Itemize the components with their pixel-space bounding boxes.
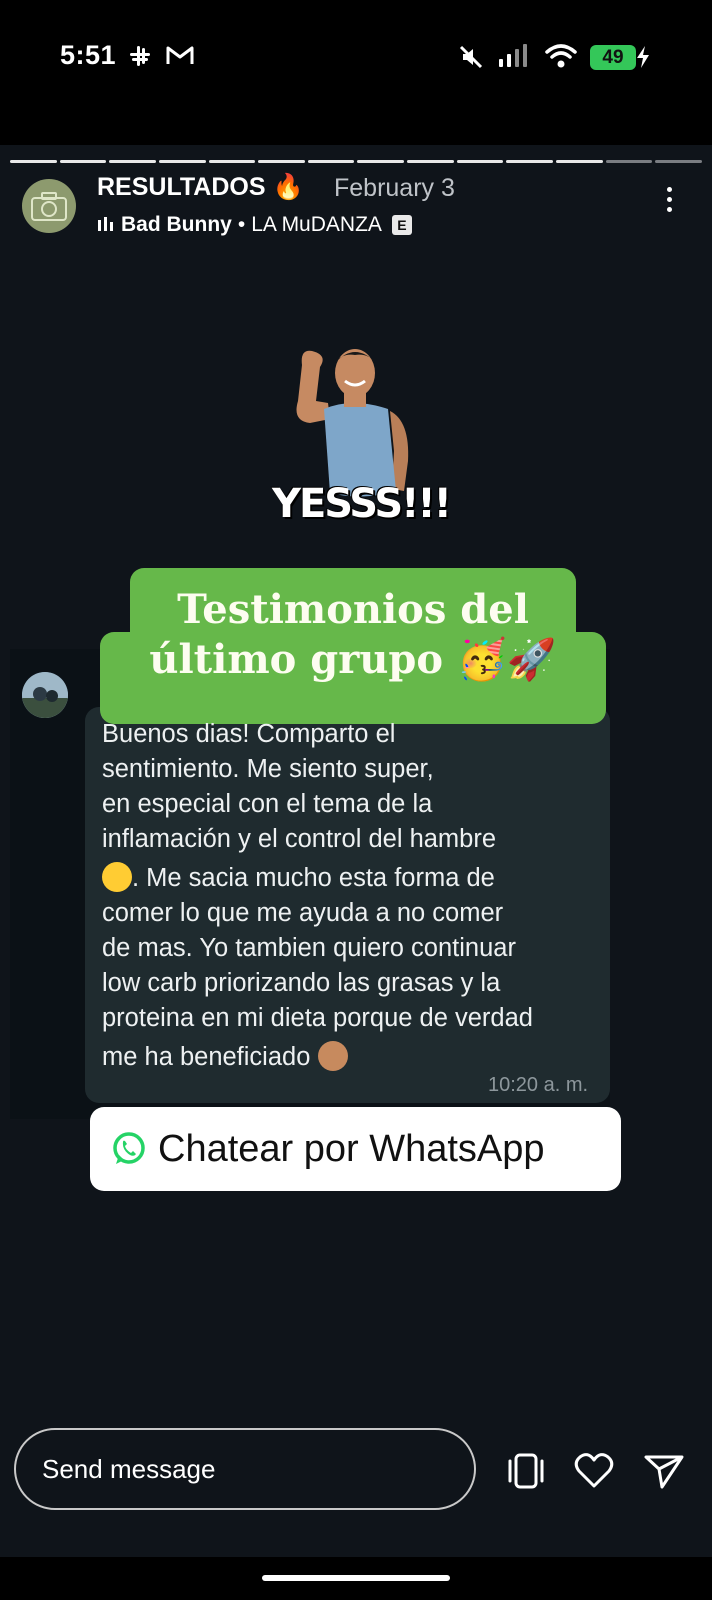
music-artist: Bad Bunny [121,213,232,236]
message-line: inflamación y el control del hambre [102,825,497,853]
testimonials-banner: Testimonios del último grupo 🥳🚀 [100,585,606,685]
music-attribution[interactable]: Bad Bunny • LA MuDANZA E [97,213,412,237]
message-line: me ha beneficiado [102,1043,311,1071]
slack-icon [130,46,150,66]
message-line: Buenos dias! Comparto el [102,720,396,748]
status-time: 5:51 [60,40,117,70]
progress-segment [307,160,355,163]
story-date: February 3 [334,174,455,202]
progress-segment [357,160,405,163]
camera-icon [31,192,67,221]
battery-icon: 49 [590,45,636,70]
explicit-badge: E [391,215,412,235]
progress-segment [556,160,603,163]
progress-segment [208,160,256,163]
wifi-icon [545,44,577,68]
message-line: en especial con el tema de la [102,790,433,818]
sender-photo [22,672,68,718]
sticker-text: YESSS!!! [272,481,452,527]
message-line: proteina en mi dieta porque de verdad [102,1004,533,1032]
signal-icon [499,44,527,67]
account-name-text: RESULTADOS [97,173,266,201]
music-song: LA MuDANZA [251,213,382,236]
whatsapp-icon [113,1132,145,1164]
progress-segment [109,160,156,163]
message-line: sentimiento. Me siento super, [102,755,434,783]
chat-sender-avatar [22,672,68,718]
progress-segment [506,160,554,163]
yes-sticker: YESSS!!! [272,341,452,541]
banner-line-1: Testimonios del [177,586,529,633]
reshare-icon[interactable] [504,1449,548,1493]
heart-icon[interactable] [572,1449,616,1493]
music-bars-icon [98,217,113,231]
send-icon[interactable] [642,1449,686,1493]
message-line-with-emoji: . Me sacia mucho esta forma de [102,861,602,896]
ok-hand-emoji [317,1041,348,1071]
progress-segment [407,160,454,163]
fire-emoji: 🔥 [272,173,304,201]
progress-segment [258,160,305,163]
status-bar: 5:51 49 [0,0,712,145]
message-line-with-emoji: me ha beneficiado [102,1040,602,1075]
whatsapp-button-label: Chatear por WhatsApp [158,1127,545,1170]
account-name[interactable]: RESULTADOS 🔥 [97,173,304,202]
send-message-input[interactable]: Send message [14,1428,476,1510]
message-timestamp: 10:20 a. m. [488,1074,589,1096]
message-line: . Me sacia mucho esta forma de [132,864,495,892]
message-line: de mas. Yo tambien quiero continuar [102,934,516,962]
story-progress-bar [10,160,702,163]
message-text: Buenos dias! Comparto el sentimiento. Me… [102,717,602,1075]
progress-segment [605,160,653,163]
more-icon[interactable] [664,187,674,217]
progress-segment [10,160,57,163]
progress-segment [59,160,107,163]
mute-icon [459,45,483,69]
progress-segment [456,160,504,163]
gmail-icon [166,46,194,64]
account-avatar[interactable] [22,179,76,233]
charging-icon [637,46,649,68]
home-indicator[interactable] [262,1575,450,1581]
message-line: comer lo que me ayuda a no comer [102,899,504,927]
whatsapp-chat-button[interactable]: Chatear por WhatsApp [90,1107,621,1191]
music-separator: • [237,213,246,236]
message-line: low carb priorizando las grasas y la [102,969,501,997]
progress-segment [655,160,702,163]
send-message-placeholder: Send message [42,1453,216,1484]
story-view[interactable]: RESULTADOS 🔥 February 3 Bad Bunny • LA M… [0,145,712,1557]
banner-line-2: último grupo 🥳🚀 [149,636,557,683]
progress-segment [158,160,206,163]
grinning-sweat-emoji [102,862,132,892]
